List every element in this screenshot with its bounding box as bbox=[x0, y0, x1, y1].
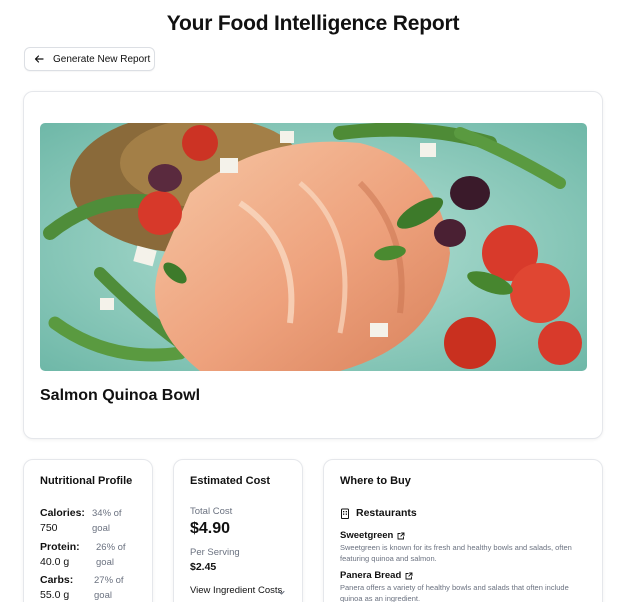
nutrition-row-protein: Protein: 40.0 g 26% of goal bbox=[40, 540, 150, 570]
view-ingredient-costs-toggle[interactable]: View Ingredient Costs bbox=[190, 584, 290, 597]
generate-new-report-button[interactable]: Generate New Report bbox=[24, 47, 155, 71]
total-cost-label: Total Cost bbox=[190, 506, 233, 517]
restaurant-link-sweetgreen[interactable]: Sweetgreen bbox=[340, 530, 405, 541]
nutrient-goal-suffix: goal bbox=[96, 557, 114, 568]
external-link-icon bbox=[397, 532, 405, 540]
restaurants-section-header: Restaurants bbox=[340, 507, 417, 519]
nutrient-value: 40.0 g bbox=[40, 556, 70, 568]
restaurant-description: Sweetgreen is known for its fresh and he… bbox=[340, 543, 572, 563]
nutritional-profile-title: Nutritional Profile bbox=[40, 475, 133, 487]
nutritional-profile-card: Nutritional Profile Calories: 750 34% of… bbox=[23, 459, 153, 602]
restaurant-name: Panera Bread bbox=[340, 570, 402, 581]
restaurant-name: Sweetgreen bbox=[340, 530, 394, 541]
restaurants-label: Restaurants bbox=[356, 507, 417, 519]
restaurant-link-panera-bread[interactable]: Panera Bread bbox=[340, 570, 413, 581]
page-title: Your Food Intelligence Report bbox=[166, 12, 460, 35]
dish-name: Salmon Quinoa Bowl bbox=[40, 387, 201, 404]
estimated-cost-title: Estimated Cost bbox=[190, 475, 271, 487]
nutrient-goal-percent: 26% of bbox=[96, 542, 126, 553]
nutrient-value: 750 bbox=[40, 522, 58, 534]
where-to-buy-title: Where to Buy bbox=[340, 475, 411, 487]
restaurant-description: Panera offers a variety of healthy bowls… bbox=[340, 583, 569, 602]
nutrient-value: 55.0 g bbox=[40, 589, 70, 601]
nutrient-goal-percent: 34% of bbox=[92, 508, 122, 519]
per-serving-label: Per Serving bbox=[190, 547, 240, 558]
nutrient-goal-suffix: goal bbox=[92, 523, 110, 534]
dish-photo bbox=[40, 123, 587, 371]
nutrient-label: Carbs: bbox=[40, 574, 74, 586]
dish-hero-card: Salmon Quinoa Bowl bbox=[23, 91, 603, 439]
nutrient-label: Calories: bbox=[40, 507, 85, 519]
nutrition-row-carbs: Carbs: 55.0 g 27% of goal bbox=[40, 573, 150, 602]
generate-new-report-label: Generate New Report bbox=[53, 53, 151, 65]
nutrient-label: Protein: bbox=[40, 541, 80, 553]
external-link-icon bbox=[405, 572, 413, 580]
nutrition-row-calories: Calories: 750 34% of goal bbox=[40, 506, 150, 536]
per-serving-value: $2.45 bbox=[190, 561, 217, 573]
nutrient-goal-percent: 27% of bbox=[94, 575, 124, 586]
estimated-cost-card: Estimated Cost Total Cost $4.90 Per Serv… bbox=[173, 459, 303, 602]
arrow-left-icon bbox=[34, 54, 44, 64]
building-icon bbox=[340, 508, 350, 519]
total-cost-value: $4.90 bbox=[190, 520, 231, 537]
where-to-buy-card: Where to Buy Restaurants Sweetgreen Swee… bbox=[323, 459, 603, 602]
nutrient-goal-suffix: goal bbox=[94, 590, 112, 601]
chevron-down-icon[interactable] bbox=[277, 584, 286, 595]
